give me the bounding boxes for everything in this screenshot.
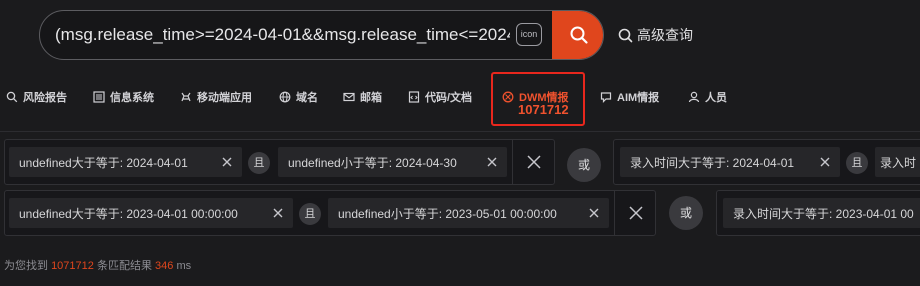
- tab-label: AIM情报: [617, 92, 660, 104]
- category-tabs: 风险报告 信息系统 移动端应用 域名 邮箱 代码/文档 DWM情报 107171…: [0, 72, 920, 128]
- close-icon[interactable]: [579, 198, 609, 228]
- tab-label: 人员: [705, 92, 727, 104]
- result-unit: ms: [176, 260, 192, 272]
- filter-chip-text: undefined大于等于: 2024-04-01: [19, 155, 188, 170]
- mail-icon: [343, 92, 355, 102]
- result-middle: 条匹配结果: [96, 260, 152, 272]
- result-time: 346: [155, 260, 174, 272]
- filter-chip: 录入时间大于等于: 2024-04-01: [620, 147, 840, 177]
- filter-group: undefined大于等于: 2023-04-01 00:00:00 且 und…: [4, 190, 656, 236]
- tab-risk-report[interactable]: 风险报告: [6, 86, 67, 108]
- tab-personnel[interactable]: 人员: [688, 86, 727, 108]
- tab-code-docs[interactable]: 代码/文档: [408, 86, 472, 108]
- user-icon: [688, 91, 700, 103]
- tab-label: 风险报告: [23, 92, 67, 104]
- result-count: 1071712: [51, 260, 94, 272]
- search-icon: [6, 91, 18, 103]
- list-icon: [93, 91, 105, 103]
- filter-chip: undefined小于等于: 2024-04-30: [278, 147, 507, 177]
- advanced-search-label: 高级查询: [637, 27, 693, 43]
- close-icon: [628, 206, 643, 220]
- or-badge: 或: [567, 148, 601, 182]
- advanced-search-icon: [618, 28, 633, 42]
- search-input[interactable]: (msg.release_time>=2024-04-01&&msg.relea…: [55, 11, 510, 59]
- advanced-search-link[interactable]: 高级查询: [618, 23, 693, 47]
- tab-mobile-app[interactable]: 移动端应用: [180, 86, 252, 108]
- radar-icon: [502, 91, 514, 103]
- or-badge: 或: [669, 196, 703, 230]
- filter-chip: undefined大于等于: 2023-04-01 00:00:00: [9, 198, 293, 228]
- globe-icon: [279, 91, 291, 103]
- filter-chip-text: undefined小于等于: 2023-05-01 00:00:00: [338, 206, 557, 221]
- tab-label: 信息系统: [110, 92, 154, 104]
- divider: [0, 131, 920, 132]
- and-badge: 且: [846, 152, 868, 174]
- tab-count: 1071712: [518, 102, 569, 117]
- filter-chip: 录入时: [875, 147, 920, 177]
- and-badge: 且: [248, 152, 270, 174]
- close-icon[interactable]: [810, 147, 840, 177]
- tab-label: 移动端应用: [197, 92, 252, 104]
- chat-icon: [600, 92, 612, 103]
- filter-group: 录入时间大于等于: 2023-04-01 00: [716, 190, 920, 236]
- filter-chip: undefined大于等于: 2024-04-01: [9, 147, 242, 177]
- filter-chip: undefined小于等于: 2023-05-01 00:00:00: [328, 198, 609, 228]
- result-prefix: 为您找到: [4, 260, 48, 272]
- close-icon[interactable]: [477, 147, 507, 177]
- tab-domain[interactable]: 域名: [279, 86, 318, 108]
- filter-chip-text: 录入时间大于等于: 2024-04-01: [630, 155, 795, 170]
- close-icon[interactable]: [212, 147, 242, 177]
- result-summary: 为您找到 1071712 条匹配结果 346 ms: [4, 257, 191, 273]
- close-icon[interactable]: [263, 198, 293, 228]
- filter-chip-text: 录入时: [880, 155, 917, 170]
- filter-chip-text: undefined大于等于: 2023-04-01 00:00:00: [19, 206, 238, 221]
- remove-group-button[interactable]: [512, 140, 554, 184]
- remove-group-button[interactable]: [614, 191, 655, 235]
- search-icon: [570, 26, 588, 44]
- and-badge: 且: [299, 203, 321, 225]
- code-icon: [408, 91, 420, 103]
- icon-badge[interactable]: icon: [516, 23, 542, 46]
- search-box[interactable]: (msg.release_time>=2024-04-01&&msg.relea…: [39, 10, 604, 60]
- close-icon: [526, 155, 541, 169]
- tab-label: 代码/文档: [425, 92, 473, 104]
- tab-dwm-intel[interactable]: DWM情报 1071712: [491, 72, 585, 126]
- tab-info-system[interactable]: 信息系统: [93, 86, 154, 108]
- filter-chip: 录入时间大于等于: 2023-04-01 00: [723, 198, 920, 228]
- tab-label: 域名: [296, 92, 318, 104]
- filter-group: undefined大于等于: 2024-04-01 且 undefined小于等…: [4, 139, 555, 185]
- search-button[interactable]: [552, 11, 603, 59]
- tab-aim-intel[interactable]: AIM情报: [600, 86, 659, 108]
- filter-chip-text: undefined小于等于: 2024-04-30: [288, 155, 457, 170]
- filter-group: 录入时间大于等于: 2024-04-01 且 录入时: [613, 139, 920, 185]
- filter-chip-text: 录入时间大于等于: 2023-04-01 00: [733, 206, 914, 221]
- tab-label: 邮箱: [360, 92, 382, 104]
- mobile-icon: [181, 92, 191, 102]
- tab-email[interactable]: 邮箱: [343, 86, 382, 108]
